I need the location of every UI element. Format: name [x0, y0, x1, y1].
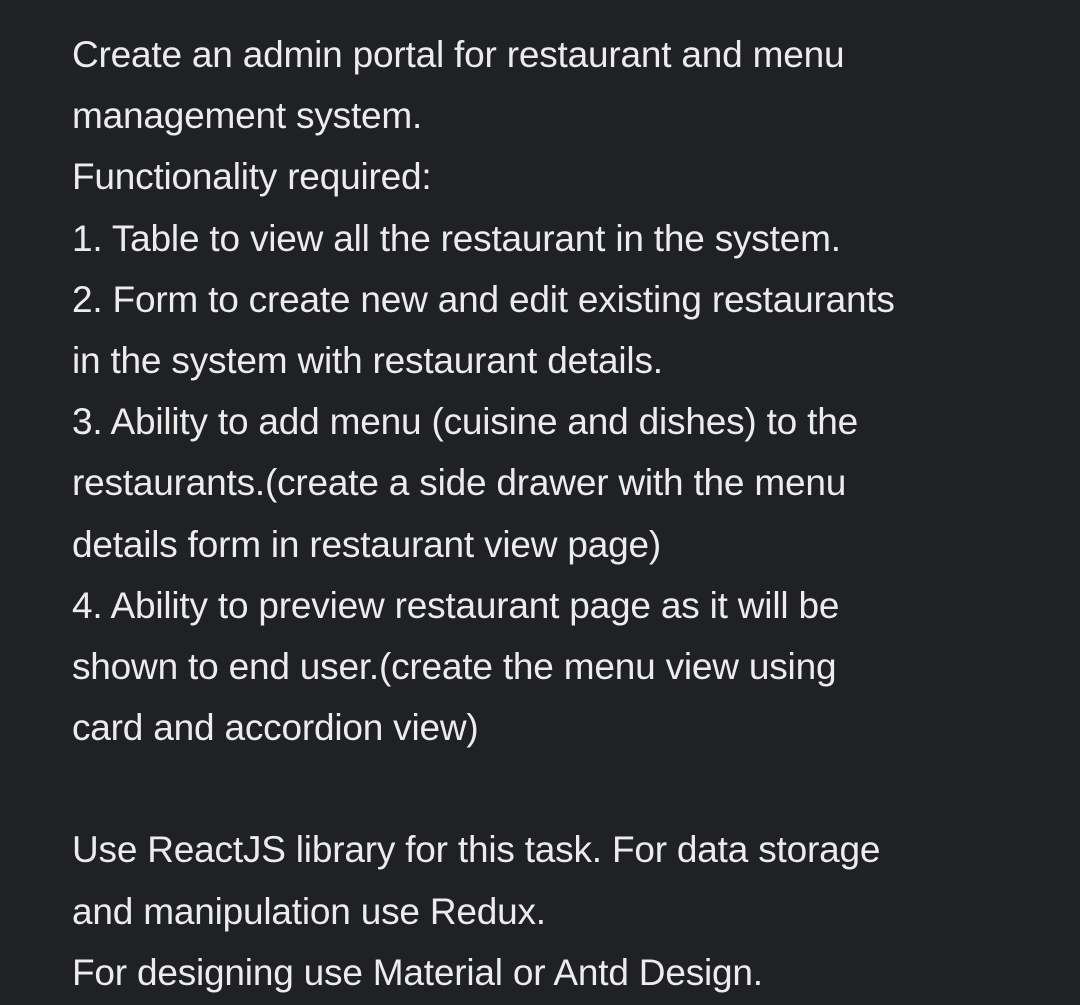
message-line: 3. Ability to add menu (cuisine and dish… [72, 401, 858, 443]
message-line: and manipulation use Redux. [72, 890, 546, 932]
message-line: 4. Ability to preview restaurant page as… [72, 584, 840, 626]
message-line: shown to end user.(create the menu view … [72, 645, 837, 687]
message-line: card and accordion view) [72, 707, 479, 749]
message-line: management system. [72, 95, 423, 137]
message-line: in the system with restaurant details. [72, 339, 663, 381]
message-line: For designing use Material or Antd Desig… [72, 951, 763, 993]
task-message: Create an admin portal for restaurant an… [72, 24, 1062, 1003]
message-line: Create an admin portal for restaurant an… [72, 34, 845, 75]
message-line: 1. Table to view all the restaurant in t… [72, 217, 841, 259]
message-line: 2. Form to create new and edit existing … [72, 278, 895, 320]
message-line: Functionality required: [72, 156, 432, 198]
message-line: details form in restaurant view page) [72, 523, 661, 565]
message-line: restaurants.(create a side drawer with t… [72, 462, 847, 504]
message-line: Use ReactJS library for this task. For d… [72, 829, 881, 871]
